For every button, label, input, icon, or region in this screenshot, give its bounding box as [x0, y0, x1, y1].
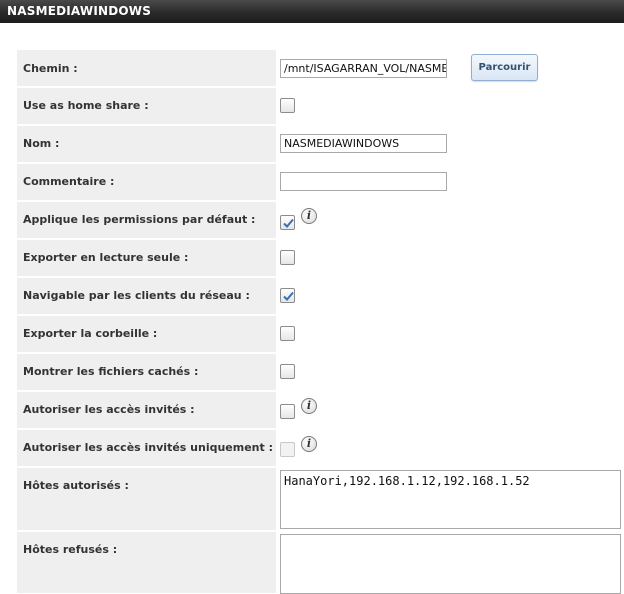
field-permissions-defaut: i — [280, 202, 624, 238]
row-lecture-seule: Exporter en lecture seule : — [17, 240, 624, 276]
field-navigable — [280, 278, 624, 314]
label-fichiers-caches: Montrer les fichiers cachés : — [17, 354, 276, 390]
label-corbeille: Exporter la corbeille : — [17, 316, 276, 352]
label-hotes-autorises: Hôtes autorisés : — [17, 468, 276, 530]
home-share-checkbox[interactable] — [280, 98, 295, 113]
field-chemin: /mnt/ISAGARRAN_VOL/NASMEDIAWINDOWS Parco… — [280, 50, 624, 86]
navigable-checkbox[interactable] — [280, 288, 295, 303]
label-acces-invites-uniquement: Autoriser les accès invités uniquement : — [17, 430, 276, 466]
field-commentaire — [280, 164, 624, 200]
label-permissions-defaut: Applique les permissions par défaut : — [17, 202, 276, 238]
field-acces-invites: i — [280, 392, 624, 428]
acces-invites-uniquement-checkbox — [280, 442, 295, 457]
field-nom: NASMEDIAWINDOWS — [280, 126, 624, 162]
row-permissions-defaut: Applique les permissions par défaut : i — [17, 202, 624, 238]
row-chemin: Chemin : /mnt/ISAGARRAN_VOL/NASMEDIAWIND… — [17, 50, 624, 86]
label-lecture-seule: Exporter en lecture seule : — [17, 240, 276, 276]
info-icon[interactable]: i — [301, 398, 317, 414]
row-hotes-autorises: Hôtes autorisés : HanaYori,192.168.1.12,… — [17, 468, 624, 530]
corbeille-checkbox[interactable] — [280, 326, 295, 341]
field-lecture-seule — [280, 240, 624, 276]
label-acces-invites: Autoriser les accès invités : — [17, 392, 276, 428]
fichiers-caches-checkbox[interactable] — [280, 364, 295, 379]
field-home-share — [280, 88, 624, 124]
label-navigable: Navigable par les clients du réseau : — [17, 278, 276, 314]
row-acces-invites: Autoriser les accès invités : i — [17, 392, 624, 428]
row-fichiers-caches: Montrer les fichiers cachés : — [17, 354, 624, 390]
row-commentaire: Commentaire : — [17, 164, 624, 200]
permissions-defaut-checkbox[interactable] — [280, 215, 295, 230]
panel-title: NASMEDIAWINDOWS — [0, 0, 624, 23]
lecture-seule-checkbox[interactable] — [280, 250, 295, 265]
label-nom: Nom : — [17, 126, 276, 162]
field-acces-invites-uniquement: i — [280, 430, 624, 466]
check-mark-icon — [283, 291, 294, 301]
chemin-input[interactable]: /mnt/ISAGARRAN_VOL/NASMEDIAWINDOWS — [280, 59, 447, 78]
hotes-refuses-textarea[interactable] — [280, 534, 621, 594]
field-hotes-autorises: HanaYori,192.168.1.12,192.168.1.52 — [280, 468, 624, 530]
label-chemin: Chemin : — [17, 50, 276, 86]
hotes-autorises-textarea[interactable]: HanaYori,192.168.1.12,192.168.1.52 — [280, 470, 621, 529]
row-acces-invites-uniquement: Autoriser les accès invités uniquement :… — [17, 430, 624, 466]
row-nom: Nom : NASMEDIAWINDOWS — [17, 126, 624, 162]
field-fichiers-caches — [280, 354, 624, 390]
nom-input[interactable]: NASMEDIAWINDOWS — [280, 134, 447, 153]
acces-invites-checkbox[interactable] — [280, 404, 295, 419]
commentaire-input[interactable] — [280, 172, 447, 191]
info-icon[interactable]: i — [301, 436, 317, 452]
label-commentaire: Commentaire : — [17, 164, 276, 200]
info-icon[interactable]: i — [301, 208, 317, 224]
row-navigable: Navigable par les clients du réseau : — [17, 278, 624, 314]
row-hotes-refuses: Hôtes refusés : — [17, 532, 624, 594]
field-corbeille — [280, 316, 624, 352]
label-home-share: Use as home share : — [17, 88, 276, 124]
row-home-share: Use as home share : — [17, 88, 624, 124]
label-hotes-refuses: Hôtes refusés : — [17, 532, 276, 593]
check-mark-icon — [283, 218, 294, 228]
browse-button[interactable]: Parcourir — [471, 54, 538, 81]
field-hotes-refuses — [280, 532, 624, 594]
row-corbeille: Exporter la corbeille : — [17, 316, 624, 352]
